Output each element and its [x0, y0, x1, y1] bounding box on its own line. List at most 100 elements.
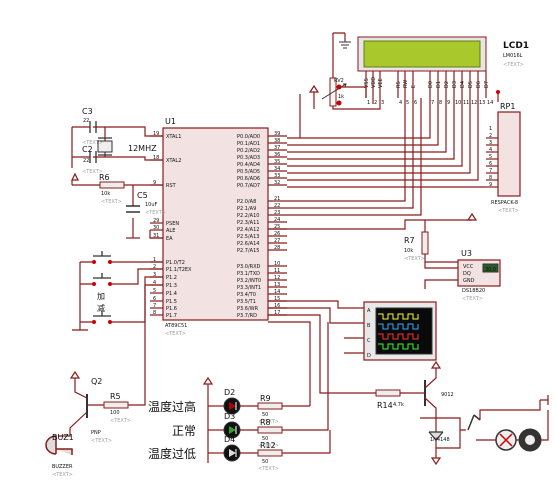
u1-pin-name: P2.2/A10 — [237, 213, 259, 219]
u1-pin-name: P0.3/AD3 — [237, 155, 260, 161]
u1-pin-number: 30 — [153, 225, 159, 231]
button-group[interactable]: 加 减 — [72, 251, 163, 331]
led-resistor-ref: R8 — [260, 418, 271, 427]
u1-pin-name: P2.4/A12 — [237, 227, 259, 233]
lcd-pin-label: RS — [396, 81, 402, 88]
q2-ref: Q2 — [91, 377, 102, 386]
u3-pin-name: VCC — [463, 264, 474, 270]
lcd-pin-label: E — [411, 85, 417, 88]
u1-pin-number: 14 — [274, 289, 280, 295]
r7-text-tag: <TEXT> — [404, 256, 425, 262]
button-sub[interactable]: 减 — [92, 303, 112, 324]
u1-pin-number: 38 — [274, 138, 280, 144]
u1-pin-number: 33 — [274, 173, 280, 179]
u1-pin-name: P2.0/A8 — [237, 199, 256, 205]
lcd-pin-number: 5 — [406, 100, 409, 106]
lcd-pin-label: D5 — [468, 81, 474, 88]
scope-channel-label: C — [367, 338, 371, 344]
r7-value: 10k — [404, 248, 413, 254]
u3-display: 30.0 — [485, 267, 496, 273]
u3-pin-name: GND — [463, 278, 475, 284]
u1-pin-name: P1.2 — [166, 275, 177, 281]
u1-pin-number: 35 — [274, 159, 280, 165]
u1-pin-number: 28 — [274, 245, 280, 251]
rp1-text-tag: <TEXT> — [498, 208, 519, 214]
buzzer-ref: BUZ1 — [52, 433, 74, 442]
lcd-pin-number: 11 — [463, 100, 469, 106]
u1-pin-name: P0.7/AD7 — [237, 183, 260, 189]
button-k1[interactable] — [92, 251, 112, 264]
lcd-pin-number: 14 — [487, 100, 493, 106]
u1-pin-name: P0.1/AD1 — [237, 141, 260, 147]
u1-pin-name: P0.4/AD4 — [237, 162, 260, 168]
rp1-pin-number: 2 — [489, 133, 492, 139]
u1-pin-number: 8 — [153, 310, 156, 316]
u1-pin-name: P3.6/WR — [237, 306, 259, 312]
oscilloscope[interactable]: A B C D — [268, 300, 437, 361]
r5-text-tag: <TEXT> — [110, 418, 131, 424]
u1-pin-name: RST — [166, 183, 177, 189]
lcd-pin-label: D2 — [444, 81, 450, 88]
crystal-circuit[interactable]: 12MHZ C3 22 <TEXT> C2 22 <TEXT> — [71, 107, 163, 175]
lcd-text-tag: <TEXT> — [503, 62, 524, 68]
u1-pin-name: P0.5/AD5 — [237, 169, 260, 175]
u1-pin-name: P0.0/AD0 — [237, 134, 260, 140]
u1-pin-name: XTAL2 — [166, 158, 181, 164]
u1-pin-number: 11 — [274, 268, 280, 274]
rp1-pin-number: 5 — [489, 154, 492, 160]
u1-part: AT89C51 — [165, 323, 187, 329]
u1-pin-name: P1.6 — [166, 306, 177, 312]
u1-pin-name: P1.0/T2 — [166, 260, 185, 266]
led-resistor-value: 50 — [262, 459, 268, 465]
lcd-pin-label: D0 — [428, 81, 434, 88]
rp1-ref: RP1 — [500, 102, 515, 111]
q2-text-tag: <TEXT> — [91, 438, 112, 444]
led-ref: D4 — [224, 435, 235, 444]
rp1-pin-number: 9 — [489, 182, 492, 188]
u1-pin-number: 12 — [274, 275, 280, 281]
u1-pin-name: P1.4 — [166, 291, 177, 297]
lcd-pin-number: 9 — [447, 100, 450, 106]
rp1-respack[interactable]: RP1 RESPACK-8 <TEXT> 123456789 — [486, 90, 521, 214]
rp1-pin-number: 3 — [489, 140, 492, 146]
lcd-ref: LCD1 — [503, 41, 529, 51]
lcd-module[interactable]: LCD1 LM016L <TEXT> VSS1VDD2VEE3RS4RW5E6D… — [357, 36, 529, 106]
u1-pin-name: P2.5/A13 — [237, 234, 259, 240]
reset-circuit[interactable]: R6 10k <TEXT> C5 10uF <TEXT> — [71, 172, 166, 239]
u1-ref: U1 — [165, 117, 176, 126]
c3-ref: C3 — [82, 107, 93, 116]
led-d3[interactable]: D3R850<TEXT>正常 — [172, 412, 310, 449]
q2-type: PNP — [91, 430, 101, 436]
button-add[interactable]: 加 — [92, 273, 112, 301]
u1-pin-number: 6 — [153, 296, 156, 302]
lcd-pin-label: D6 — [476, 81, 482, 88]
buzzer-driver[interactable]: Q2 PNP <TEXT> R5 100 <TEXT> BUZ1 BUZZER … — [45, 284, 163, 478]
u1-pin-number: 7 — [153, 303, 156, 309]
lcd-pin-number: 3 — [381, 100, 384, 106]
u1-pin-name: P1.1/T2EX — [166, 267, 192, 273]
u1-pin-name: P1.5 — [166, 299, 177, 305]
scope-channel-label: A — [367, 308, 371, 314]
lcd-pin-number: 12 — [471, 100, 477, 106]
lcd-pin-number: 6 — [414, 100, 417, 106]
lcd-pin-label: D3 — [452, 81, 458, 88]
led-d4[interactable]: D4 R12 50<TEXT> 温度过低 — [148, 435, 310, 472]
buzzer-text-tag: <TEXT> — [52, 472, 73, 478]
u3-part: DS18B20 — [462, 288, 485, 294]
u1-pin-name: P2.3/A11 — [237, 220, 259, 226]
scope-channel-label: B — [367, 323, 371, 329]
u1-pin-name: P0.6/AD6 — [237, 176, 260, 182]
u1-pin-name: P1.7 — [166, 313, 177, 319]
u1-pin-number: 37 — [274, 145, 280, 151]
led-status-label: 温度过低 — [148, 446, 196, 461]
temperature-sensor[interactable]: R7 10k <TEXT> 30.0 U3 DS18B20 <TEXT> VCC… — [268, 212, 501, 302]
u1-pin-name: P1.3 — [166, 283, 177, 289]
led-status-label: 温度过高 — [148, 399, 196, 414]
r14-value: 4.7k — [393, 402, 404, 408]
lcd-pin-label: D7 — [484, 81, 490, 88]
crystal-label: 12MHZ — [128, 144, 157, 153]
led-text-tag: <TEXT> — [258, 466, 279, 472]
u1-mcu[interactable]: U1 AT89C51 <TEXT> 19 XTAL118 XTAL29 RST29 PS… — [150, 117, 287, 337]
led-ref: D3 — [224, 412, 235, 421]
r7-ref: R7 — [404, 236, 415, 245]
